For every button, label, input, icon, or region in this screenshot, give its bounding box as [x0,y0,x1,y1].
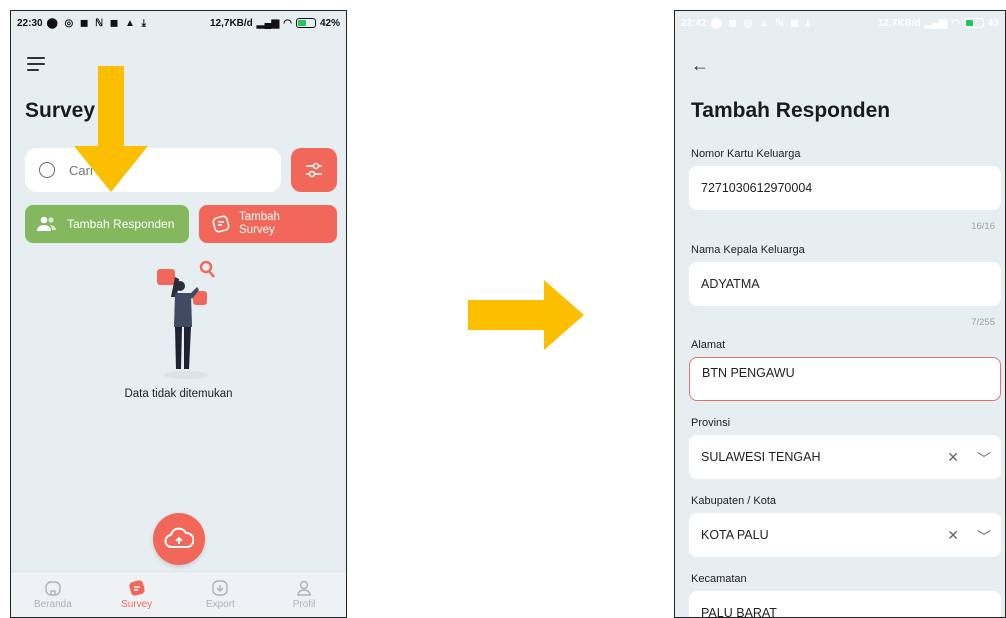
add-survey-label: Tambah Survey [239,211,280,236]
status-bar: 22:42 ⬤ ◼ ◎ ▲ ℕ ◼ ⤓ 12,7KB/d ▂▄▆ ◠ 43 [675,11,1005,35]
empty-state-text: Data tidak ditemukan [124,388,233,400]
battery-icon [963,18,984,28]
city-value: KOTA PALU [701,528,769,542]
add-survey-button[interactable]: Tambah Survey [199,205,337,243]
notification-icons: ⬤ ◼ ◎ ▲ ℕ ◼ ⤓ [710,17,813,29]
page-title: Tambah Responden [691,99,891,122]
battery-level: 43 [987,17,999,29]
nav-label: Survey [121,599,153,610]
nav-survey[interactable]: Survey [102,579,172,610]
clear-icon[interactable]: ✕ [947,527,959,547]
address-label: Alamat [691,339,726,351]
nav-profil[interactable]: Profil [269,579,339,610]
nav-export[interactable]: Export [185,579,255,610]
cloud-sync-icon [164,527,194,548]
head-name-counter: 7/255 [971,317,995,328]
network-speed: 12,7KB/d [209,17,253,29]
city-controls: ✕ ﹀ [947,527,991,547]
add-respondent-label: Tambah Responden [67,217,175,231]
add-respondent-screen: 22:42 ⬤ ◼ ◎ ▲ ℕ ◼ ⤓ 12,7KB/d ▂▄▆ ◠ 43 ← … [674,10,1006,618]
signal-icon: ▂▄▆ [924,17,948,29]
arrow-right-icon [468,280,584,350]
nav-label: Export [205,599,235,610]
sync-button[interactable] [153,513,205,565]
survey-screen: 22:30 ⬤ ◎ ◼ ℕ ◼ ▲ ⤓ 12,7KB/d ▂▄▆ ◠ 42% S… [10,10,347,618]
district-select[interactable]: PALU BARAT [689,591,1001,618]
search-box[interactable] [25,148,281,192]
battery-level: 42% [319,17,340,29]
province-controls: ✕ ﹀ [947,449,991,469]
empty-state-illustration [157,260,215,379]
profile-icon [297,580,311,596]
signal-icon: ▂▄▆ [256,17,280,29]
status-time: 22:42 [681,17,707,29]
status-time: 22:30 [17,17,43,29]
arrow-down-icon [74,66,148,192]
clear-icon[interactable]: ✕ [947,449,959,469]
menu-icon[interactable] [27,57,45,71]
city-label: Kabupaten / Kota [691,495,777,507]
kk-number-counter: 16/16 [971,221,995,232]
address-field[interactable]: BTN PENGAWU [689,357,1001,401]
nav-label: Beranda [33,599,72,610]
home-icon [45,581,61,596]
status-bar: 22:30 ⬤ ◎ ◼ ℕ ◼ ▲ ⤓ 12,7KB/d ▂▄▆ ◠ 42% [11,11,346,35]
battery-icon [295,18,316,28]
head-name-field[interactable]: ADYATMA [689,262,1001,306]
province-value: SULAWESI TENGAH [701,450,821,464]
filter-button[interactable] [291,148,337,192]
survey-add-icon [212,215,230,233]
notification-icons: ⬤ ◎ ◼ ℕ ◼ ▲ ⤓ [46,17,149,29]
wifi-icon: ◠ [283,17,292,29]
bottom-nav: Beranda Survey Export Profil [11,571,346,617]
district-value: PALU BARAT [701,606,777,618]
nav-beranda[interactable]: Beranda [18,579,88,610]
search-icon [39,162,55,178]
users-icon [37,216,56,231]
survey-icon [128,580,145,596]
add-respondent-button[interactable]: Tambah Responden [25,205,189,243]
head-name-label: Nama Kepala Keluarga [691,244,805,256]
back-arrow-icon[interactable]: ← [691,55,709,76]
export-icon [212,580,229,596]
network-speed: 12,7KB/d [877,17,921,29]
chevron-down-icon[interactable]: ﹀ [977,527,991,547]
district-label: Kecamatan [691,573,747,585]
nav-label: Profil [292,599,316,610]
kk-number-label: Nomor Kartu Keluarga [691,148,801,160]
wifi-icon: ◠ [951,17,960,29]
filter-icon [306,162,322,178]
kk-number-field[interactable]: 7271030612970004 [689,166,1001,210]
province-label: Provinsi [691,417,731,429]
chevron-down-icon[interactable]: ﹀ [977,449,991,469]
